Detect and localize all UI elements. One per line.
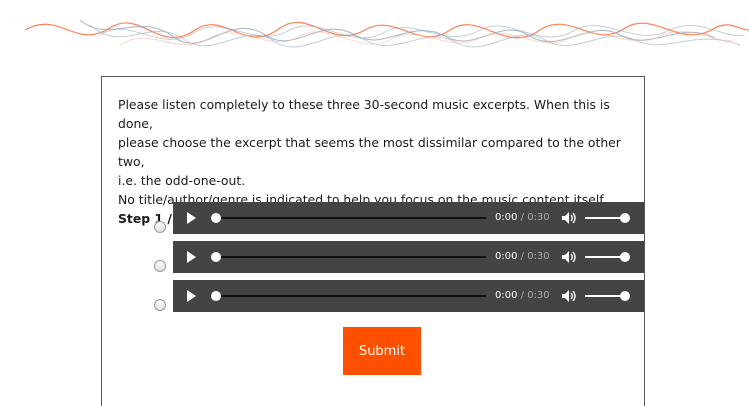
- excerpt-row: 0:00 / 0:30: [154, 202, 644, 234]
- duration: / 0:30: [520, 290, 550, 301]
- play-icon[interactable]: [187, 290, 196, 302]
- excerpt-radio[interactable]: [154, 299, 166, 311]
- instructions-line-2: please choose the excerpt that seems the…: [118, 135, 621, 169]
- instructions-line-1: Please listen completely to these three …: [118, 97, 610, 131]
- audio-player: 0:00 / 0:30: [173, 202, 644, 234]
- duration: / 0:30: [520, 212, 550, 223]
- seek-bar[interactable]: [215, 295, 486, 297]
- excerpt-radio[interactable]: [154, 221, 166, 233]
- volume-handle[interactable]: [620, 252, 630, 262]
- seek-handle[interactable]: [211, 291, 221, 301]
- audio-player: 0:00 / 0:30: [173, 241, 644, 273]
- excerpt-row: 0:00 / 0:30: [154, 241, 644, 273]
- excerpt-radio[interactable]: [154, 260, 166, 272]
- header-waves-decoration: [24, 19, 749, 48]
- survey-panel: Please listen completely to these three …: [101, 76, 645, 406]
- current-time: 0:00: [495, 251, 518, 262]
- current-time: 0:00: [495, 212, 518, 223]
- seek-bar[interactable]: [215, 217, 486, 219]
- volume-icon[interactable]: [561, 289, 577, 303]
- instructions-line-3: i.e. the odd-one-out.: [118, 173, 246, 188]
- seek-handle[interactable]: [211, 213, 221, 223]
- volume-handle[interactable]: [620, 213, 630, 223]
- seek-handle[interactable]: [211, 252, 221, 262]
- play-icon[interactable]: [187, 212, 196, 224]
- audio-player: 0:00 / 0:30: [173, 280, 644, 312]
- volume-icon[interactable]: [561, 211, 577, 225]
- play-icon[interactable]: [187, 251, 196, 263]
- submit-button[interactable]: Submit: [343, 327, 421, 375]
- duration: / 0:30: [520, 251, 550, 262]
- excerpt-row: 0:00 / 0:30: [154, 280, 644, 312]
- current-time: 0:00: [495, 290, 518, 301]
- volume-handle[interactable]: [620, 291, 630, 301]
- seek-bar[interactable]: [215, 256, 486, 258]
- volume-icon[interactable]: [561, 250, 577, 264]
- time-display: 0:00 / 0:30: [495, 211, 550, 225]
- time-display: 0:00 / 0:30: [495, 250, 550, 264]
- time-display: 0:00 / 0:30: [495, 289, 550, 303]
